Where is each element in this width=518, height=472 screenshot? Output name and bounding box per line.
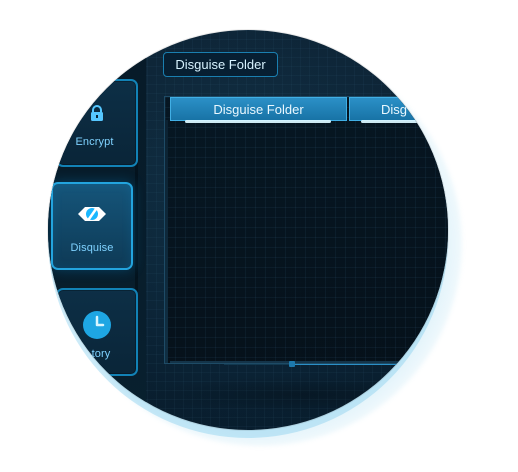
circular-app-preview: Encrypt Disquise tory Disguise Folder Di… <box>48 30 448 430</box>
column-header-disguise-folder[interactable]: Disguise Folder <box>170 97 347 121</box>
panel-shadow <box>150 377 448 412</box>
panel-grid <box>165 97 448 363</box>
sidebar-item-disguise[interactable]: Disquise <box>51 182 133 270</box>
tab-disguise-folder[interactable]: Disguise Folder <box>163 52 278 77</box>
scrollbar-fill <box>295 364 448 365</box>
sidebar-item-label: Disquise <box>70 242 114 254</box>
sidebar-item-encrypt[interactable]: Encrypt <box>56 79 138 167</box>
folder-panel: Disguise Folder Disg <box>164 96 448 364</box>
sidebar-item-history[interactable]: tory <box>56 288 138 376</box>
panel-edge <box>165 120 168 363</box>
history-clock-icon <box>80 308 114 342</box>
column-header-underline <box>185 120 331 123</box>
sidebar-item-label: Encrypt <box>75 136 114 148</box>
disguise-eye-icon <box>76 202 108 226</box>
encrypt-icon <box>87 104 107 124</box>
scrollbar-thumb[interactable] <box>289 361 295 367</box>
column-header-disg[interactable]: Disg <box>349 97 448 121</box>
screenshot-stage: Encrypt Disquise tory Disguise Folder Di… <box>0 0 518 472</box>
horizontal-scrollbar[interactable] <box>224 360 448 369</box>
column-header-underline <box>361 120 448 123</box>
sidebar-item-label: tory <box>91 348 111 360</box>
